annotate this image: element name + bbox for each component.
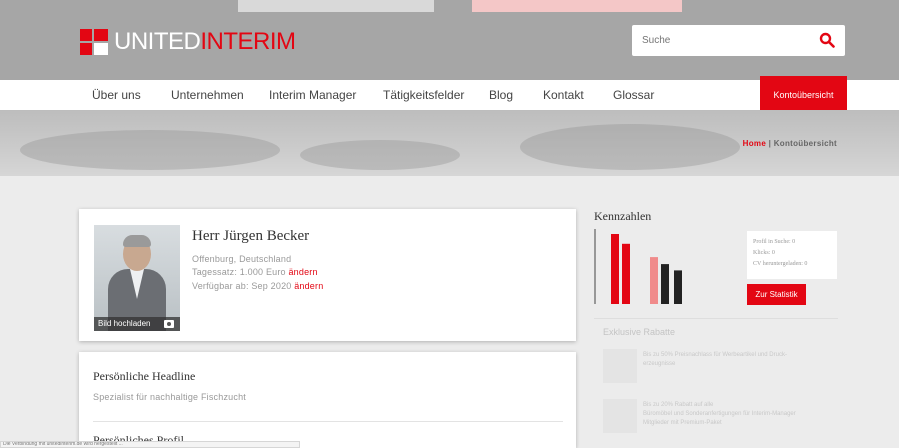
hero-banner: Home | Kontoübersicht [0,110,899,176]
headline-card: Persönliche Headline Spezialist für nach… [79,352,576,448]
section-divider [93,421,563,422]
discount-thumbnail [603,349,637,383]
headline-title: Persönliche Headline [93,369,196,383]
brand-logo[interactable]: UNITEDINTERIM [80,28,296,56]
discount-item[interactable]: Bis zu 50% Preisnachlass für Werbeartike… [603,349,835,385]
brand-name-part1: UNITED [114,28,201,55]
chart-bar [611,234,619,304]
profile-photo: Bild hochladen [94,225,180,331]
statistics-button[interactable]: Zur Statistik [747,284,806,305]
search-input[interactable] [642,25,812,56]
discount-item[interactable]: Bis zu 20% Rabatt auf alle Büromöbel und… [603,399,835,435]
logo-mark-icon [80,29,110,55]
chart-bar [674,270,682,304]
browser-tab-strip-active [472,0,682,12]
kennzahlen-chart [594,229,682,304]
stat-clicks: Klicks: 0 [753,250,775,256]
upload-photo-label: Bild hochladen [98,319,151,328]
account-overview-button[interactable]: Kontoübersicht [760,76,847,114]
discount-thumbnail [603,399,637,433]
discount-text-line: Bis zu 20% Rabatt auf alle [643,402,714,408]
brand-name: UNITEDINTERIM [114,28,296,56]
edit-availability-link[interactable]: ändern [294,281,323,291]
nav-item-glossar[interactable]: Glossar [613,88,654,102]
breadcrumb-separator: | [768,139,772,148]
brand-name-part2: INTERIM [200,28,296,55]
search-icon[interactable] [819,32,835,48]
breadcrumb-home-link[interactable]: Home [743,139,766,148]
upload-photo-button[interactable]: Bild hochladen [94,317,180,331]
nav-item-ueber-uns[interactable]: Über uns [92,88,141,102]
edit-rate-link[interactable]: ändern [288,267,317,277]
profile-availability: Verfügbar ab: Sep 2020 ändern [192,281,323,291]
hero-background-shape [20,130,280,170]
profile-name: Herr Jürgen Becker [192,228,310,244]
kennzahlen-title: Kennzahlen [594,209,652,223]
chart-bar [661,264,669,304]
breadcrumb: Home | Kontoübersicht [743,139,837,148]
headline-text: Spezialist für nachhaltige Fischzucht [93,392,246,402]
discount-text-line: erzeugnisse [643,361,676,367]
profile-card: Bild hochladen Herr Jürgen Becker Offenb… [79,209,576,341]
browser-tab-strip [238,0,434,12]
profile-availability-label: Verfügbar ab: Sep 2020 [192,281,292,291]
nav-item-kontakt[interactable]: Kontakt [543,88,584,102]
nav-item-blog[interactable]: Blog [489,88,513,102]
discount-text-line: Bis zu 50% Preisnachlass für Werbeartike… [643,352,787,358]
breadcrumb-current: Kontoübersicht [773,139,837,148]
discount-text-line: Mitglieder mit Premium-Paket [643,420,722,426]
search-box [632,25,845,56]
nav-item-interim-manager[interactable]: Interim Manager [269,88,356,102]
sidebar-divider [594,318,838,319]
profile-rate: Tagessatz: 1.000 Euro ändern [192,267,318,277]
stats-box: Profil in Suche: 0 Klicks: 0 CV herunter… [747,231,837,279]
chart-bar [622,243,630,304]
profile-rate-label: Tagessatz: 1.000 Euro [192,267,286,277]
photo-hair [123,235,151,247]
nav-item-unternehmen[interactable]: Unternehmen [171,88,244,102]
discounts-title: Exklusive Rabatte [603,327,676,337]
discount-text-line: Büromöbel und Sonderanfertigungen für In… [643,411,796,417]
site-header: UNITEDINTERIM [0,0,899,80]
hero-background-shape [520,124,740,170]
hero-background-shape [300,140,460,170]
stat-profile-in-search: Profil in Suche: 0 [753,239,796,245]
chart-bar [650,257,658,304]
profile-location: Offenburg, Deutschland [192,254,292,264]
stat-cv-downloads: CV heruntergeladen: 0 [753,261,808,267]
camera-icon [164,320,174,328]
browser-status-bar: Die Verbindung mit unitedinterim.de wird… [0,441,300,448]
nav-item-taetigkeitsfelder[interactable]: Tätigkeitsfelder [383,88,464,102]
